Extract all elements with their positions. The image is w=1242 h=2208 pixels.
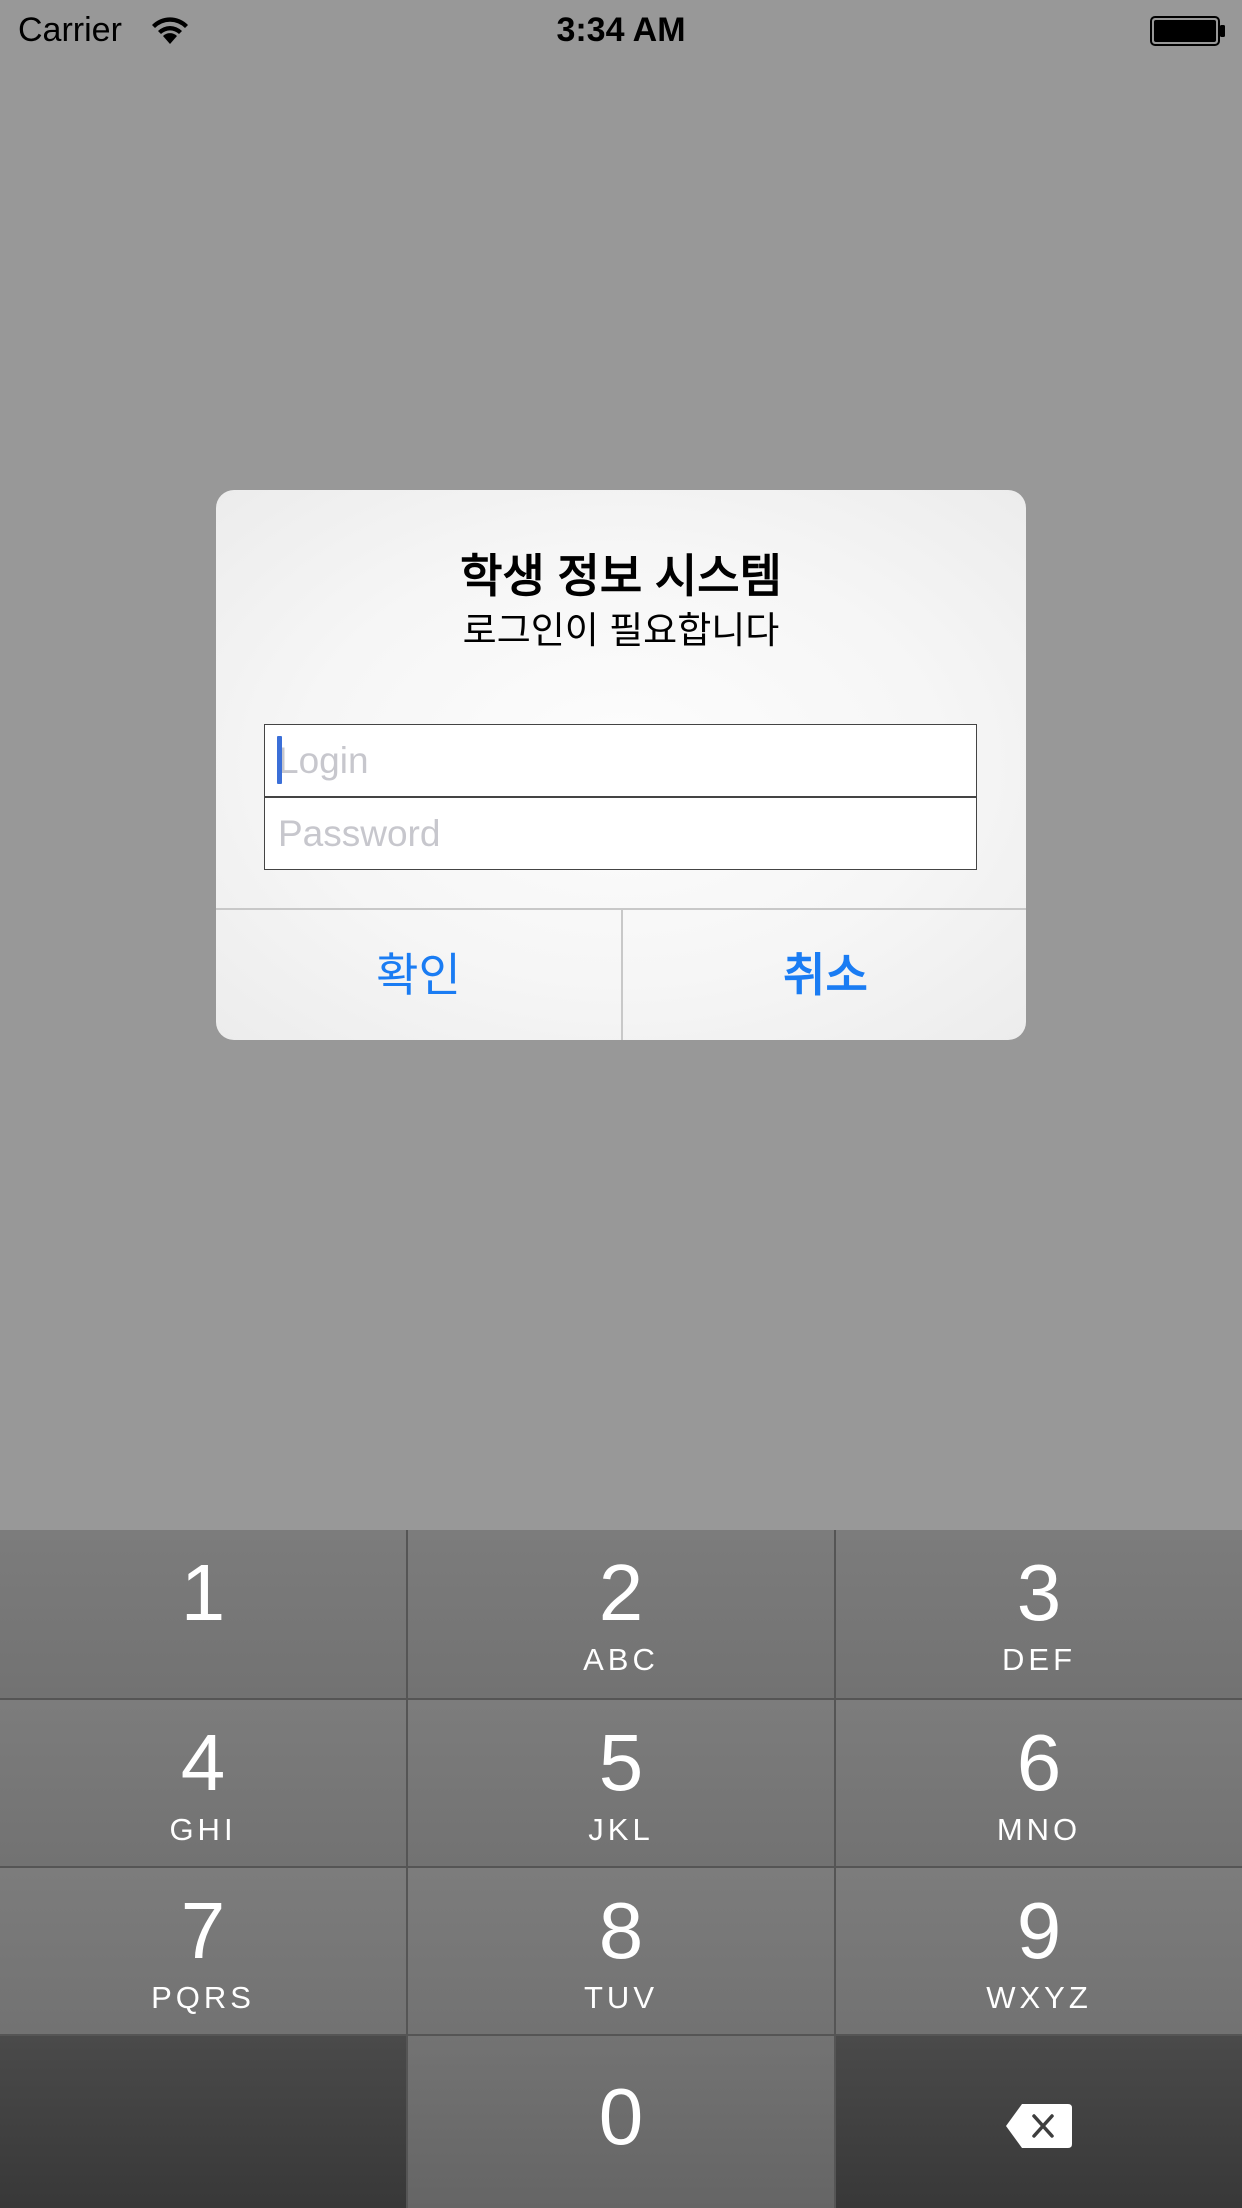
key-letters: PQRS xyxy=(151,1980,255,2015)
key-1[interactable]: 1 xyxy=(0,1530,406,1698)
confirm-button-label: 확인 xyxy=(376,949,461,1001)
key-6[interactable]: 6 MNO xyxy=(836,1700,1242,1866)
numeric-keypad: 1 2 ABC 3 DEF 4 GHI 5 JKL 6 MNO 7 PQRS 8… xyxy=(0,1530,1242,2208)
key-digit: 6 xyxy=(1016,1718,1062,1807)
key-7[interactable]: 7 PQRS xyxy=(0,1868,406,2034)
key-8[interactable]: 8 TUV xyxy=(408,1868,834,2034)
key-digit: 4 xyxy=(180,1718,226,1807)
key-digit: 2 xyxy=(598,1548,644,1637)
key-letters: MNO xyxy=(996,1812,1082,1847)
text-cursor xyxy=(277,736,282,784)
alert-title: 학생 정보 시스템 xyxy=(460,550,782,602)
key-letters: JKL xyxy=(588,1812,654,1847)
login-alert-dialog: 학생 정보 시스템 로그인이 필요합니다 확인 취소 xyxy=(216,490,1026,1040)
key-5[interactable]: 5 JKL xyxy=(408,1700,834,1866)
key-digit: 7 xyxy=(180,1886,226,1975)
alert-message: 로그인이 필요합니다 xyxy=(462,610,780,651)
key-digit: 8 xyxy=(598,1886,644,1975)
password-input[interactable] xyxy=(264,797,977,870)
status-bar: Carrier 3:34 AM xyxy=(0,0,1242,60)
clock: 3:34 AM xyxy=(556,11,686,49)
key-letters: WXYZ xyxy=(986,1980,1092,2015)
key-letters: TUV xyxy=(584,1980,658,2015)
confirm-button[interactable]: 확인 xyxy=(216,910,621,1040)
key-9[interactable]: 9 WXYZ xyxy=(836,1868,1242,2034)
battery-icon xyxy=(1150,16,1225,46)
cancel-button[interactable]: 취소 xyxy=(623,910,1026,1040)
key-digit: 1 xyxy=(180,1548,226,1637)
key-2[interactable]: 2 ABC xyxy=(408,1530,834,1698)
key-0[interactable]: 0 xyxy=(408,2036,834,2208)
key-digit: 0 xyxy=(598,2072,644,2161)
key-3[interactable]: 3 DEF xyxy=(836,1530,1242,1698)
key-letters: ABC xyxy=(583,1642,659,1677)
key-digit: 5 xyxy=(598,1718,644,1807)
cancel-button-label: 취소 xyxy=(783,949,868,1001)
login-input[interactable] xyxy=(264,724,977,797)
blank-key xyxy=(0,2036,406,2208)
key-digit: 9 xyxy=(1016,1886,1062,1975)
key-4[interactable]: 4 GHI xyxy=(0,1700,406,1866)
backspace-icon xyxy=(1006,2104,1072,2148)
key-digit: 3 xyxy=(1016,1548,1062,1637)
key-letters: GHI xyxy=(169,1812,237,1847)
key-letters: DEF xyxy=(1002,1642,1076,1677)
